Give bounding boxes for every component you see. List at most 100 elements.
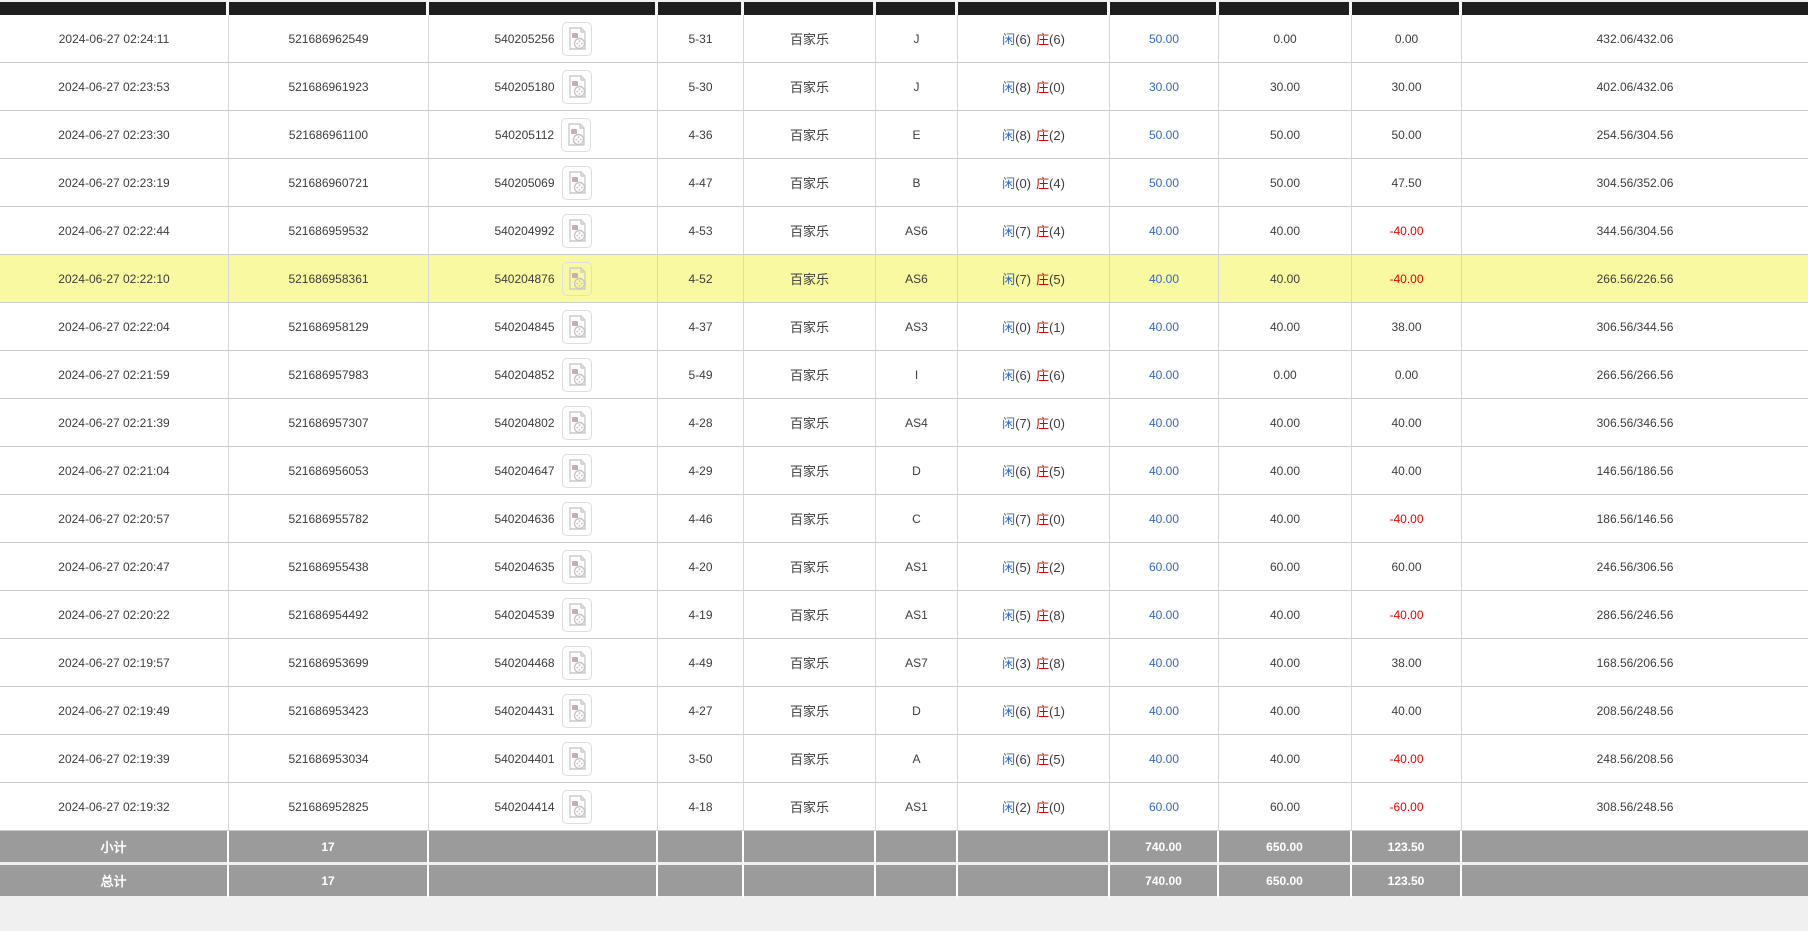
banker-points: (1) <box>1049 704 1065 719</box>
bet-id-cell: 521686957307 <box>229 399 429 447</box>
video-replay-icon[interactable] <box>562 214 592 248</box>
game-name-cell: 百家乐 <box>744 543 876 591</box>
player-points: (6) <box>1015 368 1031 383</box>
bet-amount-cell: 40.00 <box>1110 639 1219 687</box>
round-id-value: 540205180 <box>494 80 554 94</box>
banker-points: (4) <box>1049 224 1065 239</box>
player-label: 闲 <box>1002 416 1015 431</box>
summary-empty-cell <box>1462 831 1808 865</box>
round-id-cell: 540205180 <box>429 63 658 111</box>
video-replay-icon[interactable] <box>562 550 592 584</box>
table-code-cell: AS1 <box>876 543 958 591</box>
bet-time-cell: 2024-06-27 02:20:47 <box>0 543 229 591</box>
bet-id-cell: 521686954492 <box>229 591 429 639</box>
table-code-cell: AS1 <box>876 783 958 831</box>
shoe-round-cell: 4-47 <box>658 159 744 207</box>
bet-time-cell: 2024-06-27 02:21:39 <box>0 399 229 447</box>
video-replay-icon[interactable] <box>561 118 591 152</box>
player-label: 闲 <box>1002 320 1015 335</box>
banker-points: (5) <box>1049 464 1065 479</box>
valid-bet-cell: 50.00 <box>1219 111 1352 159</box>
table-row[interactable]: 2024-06-27 02:23:30 521686961100 5402051… <box>0 111 1808 159</box>
winloss-cell: -60.00 <box>1352 783 1462 831</box>
video-replay-icon[interactable] <box>562 790 592 824</box>
balance-cell: 304.56/352.06 <box>1462 159 1808 207</box>
winloss-cell: 47.50 <box>1352 159 1462 207</box>
round-id-cell: 540204468 <box>429 639 658 687</box>
table-row[interactable]: 2024-06-27 02:19:49 521686953423 5402044… <box>0 687 1808 735</box>
header-cell-bet-id <box>229 2 429 15</box>
bet-id-cell: 521686953034 <box>229 735 429 783</box>
player-label: 闲 <box>1002 800 1015 815</box>
table-code-cell: AS1 <box>876 591 958 639</box>
table-row[interactable]: 2024-06-27 02:19:39 521686953034 5402044… <box>0 735 1808 783</box>
table-row[interactable]: 2024-06-27 02:21:59 521686957983 5402048… <box>0 351 1808 399</box>
shoe-round-cell: 4-28 <box>658 399 744 447</box>
bet-time-cell: 2024-06-27 02:19:49 <box>0 687 229 735</box>
header-cell-balance <box>1462 2 1808 15</box>
round-id-cell: 540205112 <box>429 111 658 159</box>
player-points: (7) <box>1015 512 1031 527</box>
valid-bet-cell: 40.00 <box>1219 447 1352 495</box>
table-row[interactable]: 2024-06-27 02:20:47 521686955438 5402046… <box>0 543 1808 591</box>
table-row[interactable]: 2024-06-27 02:23:19 521686960721 5402050… <box>0 159 1808 207</box>
video-replay-icon[interactable] <box>562 454 592 488</box>
header-cell-round-id <box>429 2 658 15</box>
balance-cell: 306.56/344.56 <box>1462 303 1808 351</box>
balance-cell: 168.56/206.56 <box>1462 639 1808 687</box>
banker-label: 庄 <box>1036 800 1049 815</box>
summary-empty-cell <box>1462 865 1808 899</box>
table-row[interactable]: 2024-06-27 02:22:44 521686959532 5402049… <box>0 207 1808 255</box>
player-label: 闲 <box>1002 608 1015 623</box>
summary-empty-cell <box>876 865 958 899</box>
banker-label: 庄 <box>1036 272 1049 287</box>
player-points: (0) <box>1015 320 1031 335</box>
table-row[interactable]: 2024-06-27 02:22:04 521686958129 5402048… <box>0 303 1808 351</box>
player-points: (6) <box>1015 464 1031 479</box>
video-replay-icon[interactable] <box>562 262 592 296</box>
video-replay-icon[interactable] <box>562 22 592 56</box>
bet-time-cell: 2024-06-27 02:23:19 <box>0 159 229 207</box>
player-points: (6) <box>1015 32 1031 47</box>
valid-bet-cell: 30.00 <box>1219 63 1352 111</box>
video-replay-icon[interactable] <box>562 598 592 632</box>
video-replay-icon[interactable] <box>562 502 592 536</box>
valid-bet-cell: 40.00 <box>1219 399 1352 447</box>
player-label: 闲 <box>1002 224 1015 239</box>
player-points: (6) <box>1015 752 1031 767</box>
table-row[interactable]: 2024-06-27 02:19:57 521686953699 5402044… <box>0 639 1808 687</box>
video-replay-icon[interactable] <box>562 166 592 200</box>
table-row[interactable]: 2024-06-27 02:22:10 521686958361 5402048… <box>0 255 1808 303</box>
banker-points: (2) <box>1049 128 1065 143</box>
bet-id-cell: 521686955782 <box>229 495 429 543</box>
video-replay-icon[interactable] <box>562 310 592 344</box>
table-row[interactable]: 2024-06-27 02:23:53 521686961923 5402051… <box>0 63 1808 111</box>
shoe-round-cell: 5-31 <box>658 15 744 63</box>
round-id-value: 540204635 <box>494 560 554 574</box>
player-points: (8) <box>1015 128 1031 143</box>
video-replay-icon[interactable] <box>562 358 592 392</box>
banker-points: (6) <box>1049 368 1065 383</box>
table-row[interactable]: 2024-06-27 02:19:32 521686952825 5402044… <box>0 783 1808 831</box>
table-code-cell: B <box>876 159 958 207</box>
table-row[interactable]: 2024-06-27 02:20:57 521686955782 5402046… <box>0 495 1808 543</box>
banker-points: (1) <box>1049 320 1065 335</box>
table-row[interactable]: 2024-06-27 02:21:39 521686957307 5402048… <box>0 399 1808 447</box>
video-replay-icon[interactable] <box>562 406 592 440</box>
video-replay-icon[interactable] <box>562 70 592 104</box>
video-replay-icon[interactable] <box>562 646 592 680</box>
table-row[interactable]: 2024-06-27 02:20:22 521686954492 5402045… <box>0 591 1808 639</box>
balance-cell: 208.56/248.56 <box>1462 687 1808 735</box>
winloss-cell: 38.00 <box>1352 639 1462 687</box>
video-replay-icon[interactable] <box>562 742 592 776</box>
table-row[interactable]: 2024-06-27 02:24:11 521686962549 5402052… <box>0 15 1808 63</box>
table-code-cell: A <box>876 735 958 783</box>
game-name-cell: 百家乐 <box>744 687 876 735</box>
valid-bet-cell: 60.00 <box>1219 783 1352 831</box>
header-cell-valid-bet <box>1219 2 1352 15</box>
table-row[interactable]: 2024-06-27 02:21:04 521686956053 5402046… <box>0 447 1808 495</box>
balance-cell: 246.56/306.56 <box>1462 543 1808 591</box>
bet-time-cell: 2024-06-27 02:22:44 <box>0 207 229 255</box>
game-name-cell: 百家乐 <box>744 639 876 687</box>
video-replay-icon[interactable] <box>562 694 592 728</box>
